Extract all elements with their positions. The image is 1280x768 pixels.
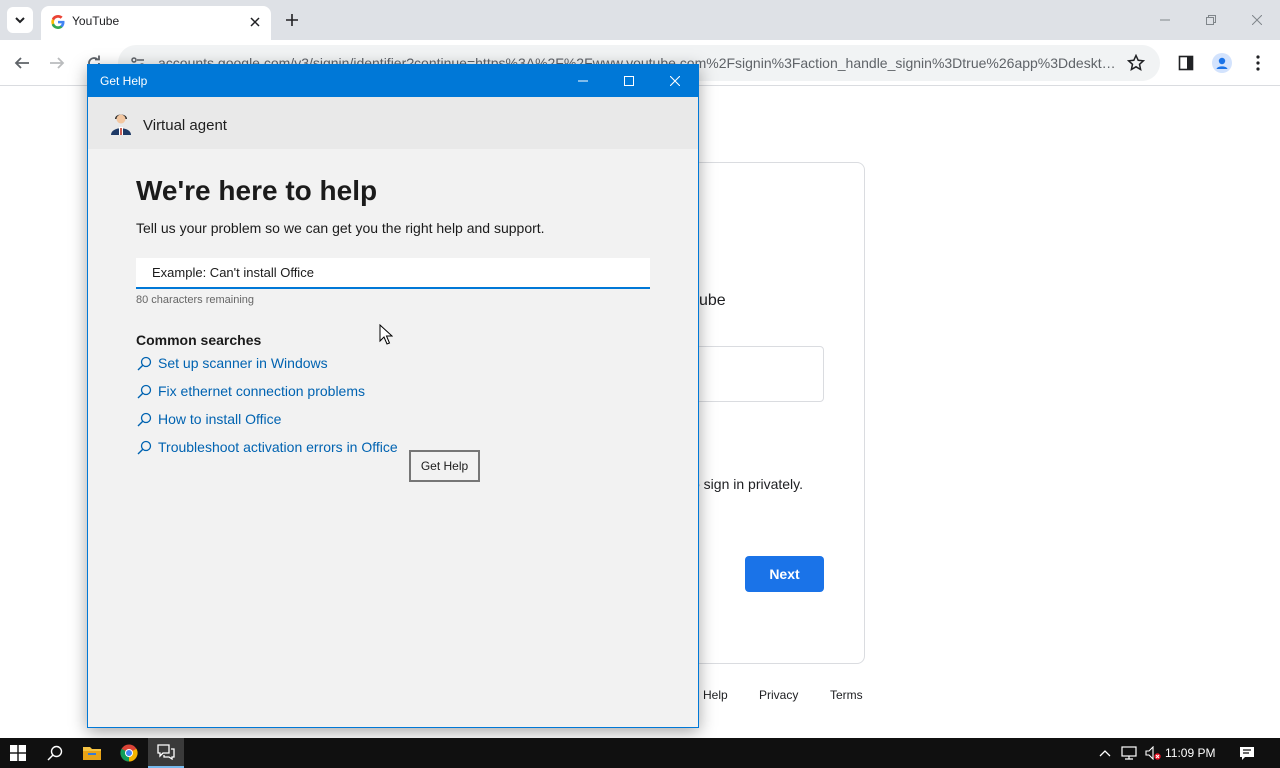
search-icon	[47, 745, 63, 761]
close-icon	[670, 76, 680, 86]
close-icon	[250, 17, 260, 27]
common-search-label: Troubleshoot activation errors in Office	[158, 439, 398, 455]
common-search-label: How to install Office	[158, 411, 282, 427]
window-title: Get Help	[100, 74, 148, 88]
bookmark-star-icon[interactable]	[1127, 54, 1145, 72]
taskbar-search-button[interactable]	[37, 738, 73, 768]
minimize-icon	[578, 80, 588, 82]
new-tab-button[interactable]	[282, 10, 302, 30]
restore-icon	[1206, 15, 1216, 25]
browser-close-button[interactable]	[1242, 8, 1272, 32]
avatar-icon	[1212, 53, 1232, 73]
chrome-icon	[120, 744, 138, 762]
plus-icon	[286, 14, 298, 26]
common-search-label: Set up scanner in Windows	[158, 355, 328, 371]
taskbar: 11:09 PM	[0, 738, 1280, 768]
page-subtitle: Tell us your problem so we can get you t…	[136, 220, 545, 236]
tray-show-hidden-icons[interactable]	[1097, 745, 1113, 761]
start-button[interactable]	[0, 738, 36, 768]
browser-restore-button[interactable]	[1196, 8, 1226, 32]
forward-arrow-icon	[50, 57, 65, 69]
characters-remaining: 80 characters remaining	[136, 294, 255, 306]
browser-minimize-button[interactable]	[1150, 8, 1180, 32]
folder-icon	[83, 747, 101, 760]
search-icon	[136, 411, 152, 427]
search-icon	[136, 439, 152, 455]
guest-mode-note: o sign in privately.	[692, 476, 804, 492]
tray-volume[interactable]	[1145, 745, 1161, 761]
taskbar-get-help[interactable]	[148, 738, 184, 768]
get-help-close-button[interactable]	[652, 65, 698, 97]
mouse-cursor-icon	[379, 324, 393, 345]
virtual-agent-bar: Virtual agent	[88, 97, 698, 149]
search-icon	[136, 383, 152, 399]
forward-button[interactable]	[45, 51, 69, 75]
common-search-label: Fix ethernet connection problems	[158, 383, 365, 399]
signin-subtitle: ube	[699, 292, 726, 309]
common-search-link[interactable]: Set up scanner in Windows	[136, 353, 328, 373]
footer-privacy-link[interactable]: Privacy	[759, 688, 798, 702]
common-searches-heading: Common searches	[136, 332, 262, 348]
tab-search-button[interactable]	[7, 7, 33, 33]
chrome-menu-button[interactable]	[1246, 51, 1270, 75]
back-button[interactable]	[10, 51, 34, 75]
common-search-link[interactable]: Troubleshoot activation errors in Office	[136, 437, 398, 457]
volume-muted-icon	[1145, 746, 1161, 760]
next-button[interactable]: Next	[745, 556, 824, 592]
action-center-button[interactable]	[1239, 745, 1255, 761]
chevron-down-icon	[15, 17, 25, 24]
back-arrow-icon	[14, 57, 29, 69]
tab-close-button[interactable]	[247, 14, 263, 30]
footer-terms-link[interactable]: Terms	[830, 688, 863, 702]
taskbar-chrome[interactable]	[111, 738, 147, 768]
side-panel-button[interactable]	[1174, 51, 1198, 75]
virtual-agent-avatar-icon	[111, 114, 131, 135]
google-g-icon	[51, 15, 65, 29]
chrome-tabstrip: YouTube	[0, 0, 1280, 40]
side-panel-icon	[1178, 55, 1194, 71]
more-vert-icon	[1256, 55, 1260, 71]
get-help-icon	[157, 744, 175, 760]
get-help-tooltip: Get Help	[409, 450, 480, 482]
get-help-titlebar[interactable]: Get Help	[88, 65, 698, 97]
minimize-icon	[1160, 19, 1170, 21]
taskbar-file-explorer[interactable]	[74, 738, 110, 768]
get-help-minimize-button[interactable]	[560, 65, 606, 97]
problem-search-input[interactable]	[136, 258, 650, 289]
get-help-maximize-button[interactable]	[606, 65, 652, 97]
common-search-link[interactable]: Fix ethernet connection problems	[136, 381, 365, 401]
footer-help-link[interactable]: Help	[703, 688, 728, 702]
network-icon	[1121, 746, 1137, 760]
get-help-window: Get Help Virtual agent We're here to hel…	[87, 64, 699, 728]
page-title: We're here to help	[136, 175, 378, 206]
common-search-link[interactable]: How to install Office	[136, 409, 281, 429]
taskbar-clock[interactable]: 11:09 PM	[1165, 746, 1215, 760]
maximize-icon	[624, 76, 634, 86]
close-icon	[1252, 15, 1262, 25]
virtual-agent-label: Virtual agent	[143, 117, 227, 134]
search-icon	[136, 355, 152, 371]
tab-title: YouTube	[72, 14, 120, 28]
chevron-up-icon	[1099, 750, 1111, 757]
windows-logo-icon	[10, 745, 26, 761]
profile-button[interactable]	[1210, 51, 1234, 75]
tab-youtube[interactable]: YouTube	[41, 6, 271, 40]
tray-network[interactable]	[1121, 745, 1137, 761]
notification-icon	[1240, 746, 1254, 760]
